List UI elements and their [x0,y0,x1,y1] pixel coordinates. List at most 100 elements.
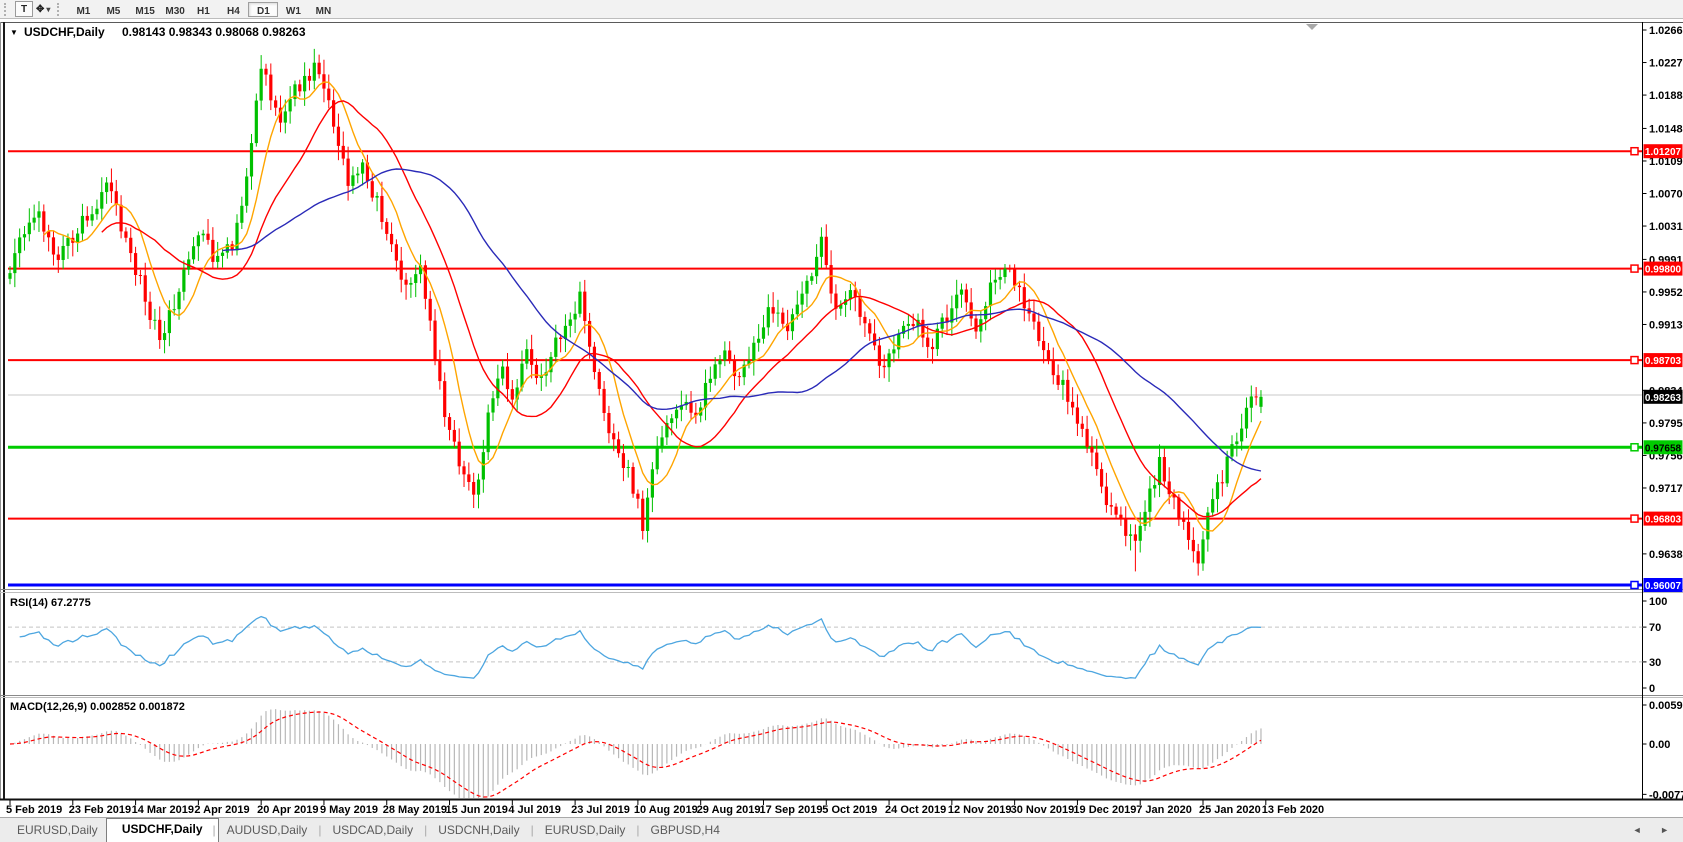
timeframe-button-w1[interactable]: W1 [278,2,308,17]
chart-canvas[interactable]: 1.026601.022701.018801.014801.010901.007… [0,0,1683,842]
candlestick [409,282,413,285]
candlestick [191,246,196,260]
candlestick [1186,521,1191,540]
text-tool-button[interactable]: T [15,1,33,17]
chart-tab-usdchf-daily[interactable]: USDCHF,Daily [105,817,219,842]
candlestick [129,237,133,254]
candlestick [602,388,606,413]
timeframe-button-h1[interactable]: H1 [188,2,218,17]
level-line-anchor-square[interactable] [1630,264,1639,273]
candlestick [955,294,959,309]
candlestick [312,62,316,81]
candlestick [655,448,659,470]
candlestick [810,276,814,281]
candlestick [438,359,442,382]
date-axis-label: 17 Sep 2019 [759,804,822,816]
chart-tab-audusd-daily[interactable]: AUDUSD,Daily [210,820,325,840]
chart-tab-usdcad-daily[interactable]: USDCAD,Daily [315,820,430,840]
top-toolbar: T ✥ ▾ M1 M5 M15 M30 H1 H4 D1 W1 MN [0,0,1683,19]
candlestick [341,145,345,159]
level-line-anchor-square[interactable] [1630,580,1639,590]
candlestick [626,466,630,469]
price-axis-tick: 1.02660 [1649,25,1683,37]
candlestick [27,222,31,235]
candlestick [177,291,181,310]
tab-scroll-right-icon[interactable]: ► [1660,825,1677,835]
chart-tab-usdcnh-daily[interactable]: USDCNH,Daily [421,820,536,840]
level-line-anchor-square[interactable] [1630,443,1639,452]
candlestick [1056,375,1060,385]
rsi-axis-tick: 100 [1649,596,1667,608]
timeframe-button-m30[interactable]: M30 [158,2,188,17]
chart-tab-eurusd-daily[interactable]: EURUSD,Daily [0,820,115,840]
chart-left-edge [0,22,1,799]
candlestick [394,244,398,261]
price-axis-tick: 0.96380 [1649,549,1683,561]
timeframe-button-d1[interactable]: D1 [248,1,279,17]
candlestick [674,409,679,419]
candlestick [510,389,514,400]
price-level-label: 0.99800 [1645,265,1682,276]
candlestick [583,291,587,321]
candlestick [670,418,674,424]
chart-tab-gbpusd-h4[interactable]: GBPUSD,H4 [634,820,737,840]
candlestick [607,412,611,434]
timeframe-button-h4[interactable]: H4 [218,2,248,17]
timeframe-toolbar: M1 M5 M15 M30 H1 H4 D1 W1 MN [68,1,338,17]
candlestick [288,99,292,112]
tab-scroll-left-icon[interactable]: ◄ [1633,825,1650,835]
chart-tab-eurusd-daily[interactable]: EURUSD,Daily [528,820,643,840]
cursor-tool-button[interactable]: ✥ ▾ [33,1,53,17]
candlestick [795,304,799,315]
price-axis-tick: 1.00310 [1649,221,1683,233]
level-line-anchor-square[interactable] [1630,146,1639,156]
timeframe-button-m1[interactable]: M1 [68,2,98,17]
candlestick [988,282,993,307]
candlestick [1090,446,1094,453]
macd-axis-tick: 0.005986 [1649,700,1683,712]
date-axis-label: 29 Aug 2019 [697,804,761,816]
chart-title-ohlc: 0.98143 0.98343 0.98068 0.98263 [122,25,306,39]
candlestick [1211,499,1215,513]
candlestick [8,273,12,279]
macd-label: MACD(12,26,9) 0.002852 0.001872 [10,701,185,713]
candlestick [317,62,321,75]
scroll-position-marker-icon[interactable] [1306,24,1318,30]
candlestick [1085,428,1089,447]
candlestick [452,429,456,442]
candlestick [491,398,495,413]
candlestick [926,337,930,347]
toolbar-drag-handle[interactable] [57,2,63,16]
level-line-anchor-square[interactable] [1630,514,1639,523]
candlestick [1244,407,1249,429]
toolbar-drag-handle[interactable] [4,2,10,16]
candlestick [1051,360,1055,376]
timeframe-button-m5[interactable]: M5 [98,2,128,17]
timeframe-button-m15[interactable]: M15 [128,2,158,17]
candlestick [399,260,403,280]
candlestick [148,301,152,320]
candlestick [689,401,693,413]
timeframe-button-mn[interactable]: MN [308,2,338,17]
date-axis-label: 5 Feb 2019 [6,804,62,816]
candlestick [133,253,138,276]
candlestick [752,342,756,361]
chart-tab-bar: EURUSD,Daily|USDCHF,Daily|AUDUSD,Daily|U… [0,817,1683,842]
macd-axis-tick: 0.00 [1649,739,1670,751]
candlestick [66,237,70,246]
candlestick [703,382,708,408]
candlestick [911,323,915,326]
cursor-tool-icon: ✥ [36,3,45,15]
date-axis-label: 23 Jul 2019 [571,804,630,816]
candlestick [964,289,968,303]
candlestick [1128,534,1133,536]
candlestick [998,277,1002,280]
candlestick [1201,539,1205,564]
price-axis-tick: 1.00700 [1649,189,1683,201]
rsi-axis-tick: 30 [1649,657,1661,669]
rsi-axis-tick: 70 [1649,622,1661,634]
rsi-line [19,615,1261,680]
candlestick [307,75,312,81]
level-line-anchor-square[interactable] [1630,355,1639,365]
candlestick [1182,519,1186,522]
